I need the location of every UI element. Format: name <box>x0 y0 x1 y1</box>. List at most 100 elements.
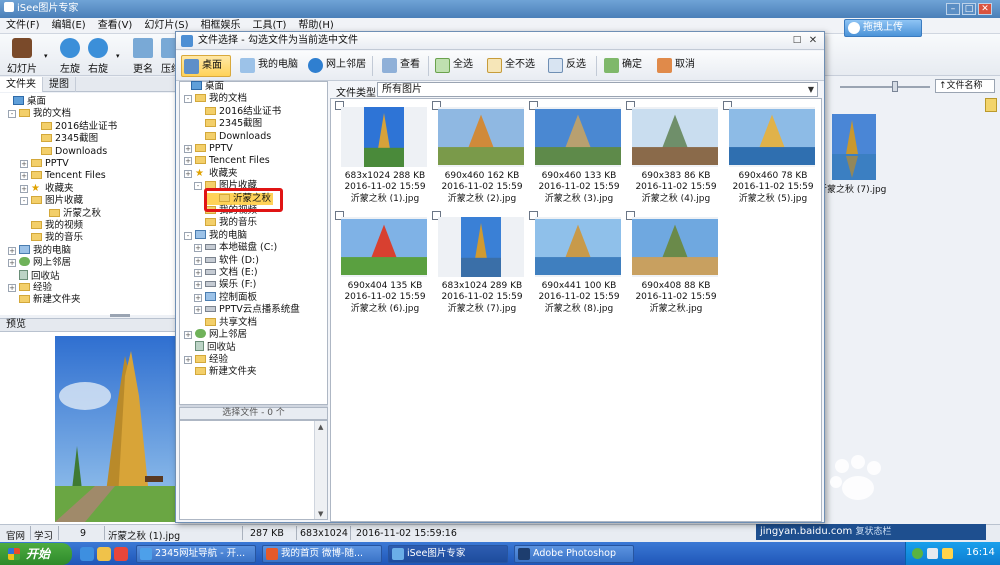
tree-node-dialog-7[interactable]: + ★ 收藏夹 <box>184 168 238 180</box>
status-website[interactable]: 官网 <box>6 528 25 542</box>
expand-icon[interactable]: + <box>194 244 202 253</box>
tree-node-dialog-14[interactable]: + 软件 (D:) <box>194 255 259 267</box>
slideshow-dropdown-icon[interactable]: ▾ <box>44 52 48 60</box>
tray-network-icon[interactable] <box>912 548 923 559</box>
tree-node-dialog-0[interactable]: 桌面 <box>180 81 224 93</box>
thumbnail-image[interactable] <box>632 219 718 275</box>
tree-node-dialog-22[interactable]: + 经验 <box>184 354 228 366</box>
tree-node-dialog-15[interactable]: + 文档 (E:) <box>194 267 258 279</box>
tree-node-main-12[interactable]: + 我的电脑 <box>8 244 71 257</box>
expand-icon[interactable]: + <box>194 306 202 315</box>
tree-node-main-8[interactable]: - 图片收藏 <box>20 195 83 207</box>
tree-node-dialog-3[interactable]: 2345截图 <box>194 118 262 130</box>
thumbnail-image[interactable] <box>535 109 621 165</box>
tray-security-icon[interactable] <box>942 548 953 559</box>
collapse-icon[interactable]: - <box>184 95 192 104</box>
tree-node-main-14[interactable]: 回收站 <box>8 269 60 283</box>
dialog-cancel-button[interactable]: 取消 <box>655 55 699 77</box>
expand-icon[interactable]: + <box>8 246 16 255</box>
media-quicklaunch-icon[interactable] <box>114 547 128 561</box>
zoom-slider-thumb[interactable] <box>892 81 898 92</box>
chevron-down-icon[interactable]: ▼ <box>805 83 817 96</box>
taskbar-item-weibo[interactable]: 我的首页 微博-随... <box>262 545 382 563</box>
slideshow-button[interactable]: 幻灯片 <box>6 38 38 75</box>
expand-icon[interactable]: + <box>194 281 202 290</box>
tree-node-main-9[interactable]: 沂蒙之秋 <box>38 208 101 220</box>
status-learn[interactable]: 学习 <box>34 528 53 542</box>
collapse-icon[interactable]: - <box>20 197 28 206</box>
ie-icon[interactable] <box>80 547 94 561</box>
folder-quicklaunch-icon[interactable] <box>97 547 111 561</box>
expand-icon[interactable]: + <box>194 256 202 265</box>
sort-select[interactable]: ↑文件名称 <box>935 79 995 93</box>
expand-icon[interactable]: + <box>8 284 16 292</box>
tree-node-main-6[interactable]: + Tencent Files <box>20 170 106 182</box>
tree-node-main-5[interactable]: + PPTV <box>20 158 69 170</box>
rotate-right-button[interactable]: 右旋 <box>82 38 114 75</box>
collapse-icon[interactable]: - <box>184 231 192 240</box>
file-type-select[interactable]: 所有图片 <box>377 82 818 97</box>
tree-node-main-11[interactable]: 我的音乐 <box>20 232 83 244</box>
expand-icon[interactable]: + <box>184 331 192 339</box>
thumbnail-image[interactable] <box>438 109 524 165</box>
tree-node-main-13[interactable]: + 网上邻居 <box>8 257 71 269</box>
thumbnail-image[interactable] <box>632 109 718 165</box>
tree-node-main-0[interactable]: 桌面 <box>2 96 46 108</box>
tree-node-dialog-17[interactable]: + 控制面板 <box>194 291 257 304</box>
menu-view[interactable]: 查看(V) <box>92 18 139 34</box>
tree-node-dialog-2[interactable]: 2016结业证书 <box>194 106 281 118</box>
background-thumbnail[interactable] <box>832 114 876 180</box>
thumbnail-item[interactable]: 690x460 133 KB 2016-11-02 15:59 沂蒙之秋 (3).j… <box>529 101 621 205</box>
tree-node-dialog-1[interactable]: - 我的文档 <box>184 93 247 105</box>
expand-icon[interactable]: + <box>184 145 192 153</box>
tree-node-main-4[interactable]: Downloads <box>30 146 107 158</box>
dialog-invert-button[interactable]: 反选 <box>546 55 590 77</box>
thumbnail-item[interactable]: 690x441 100 KB 2016-11-02 15:59 沂蒙之秋 (8).j… <box>529 211 621 315</box>
selected-files-scrollbar[interactable] <box>314 421 327 519</box>
menu-edit[interactable]: 编辑(E) <box>46 18 92 34</box>
thumbnail-image[interactable] <box>341 219 427 275</box>
thumbnail-item[interactable]: 690x383 86 KB 2016-11-02 15:59 沂蒙之秋 (4).jp… <box>626 101 718 205</box>
thumbnail-image[interactable] <box>535 219 621 275</box>
scroll-down-icon[interactable]: ▼ <box>318 510 323 518</box>
expand-icon[interactable]: + <box>20 184 28 193</box>
expand-icon[interactable]: + <box>20 160 28 168</box>
thumbnail-image[interactable] <box>364 107 404 167</box>
tree-node-main-16[interactable]: 新建文件夹 <box>8 294 81 306</box>
thumbnail-item[interactable]: 683x1024 289 KB 2016-11-02 15:59 沂蒙之秋 (7).… <box>432 211 524 315</box>
taskbar-item-photoshop[interactable]: Adobe Photoshop <box>514 545 634 563</box>
dialog-computer-button[interactable]: 我的电脑 <box>238 55 298 77</box>
thumbnail-item[interactable]: 690x404 135 KB 2016-11-02 15:59 沂蒙之秋 (6).j… <box>335 211 427 315</box>
expand-icon[interactable]: + <box>184 157 192 166</box>
tree-node-dialog-18[interactable]: + PPTV云点播系统盘 <box>194 304 300 316</box>
tree-node-main-7[interactable]: + ★ 收藏夹 <box>20 183 74 195</box>
tree-node-main-3[interactable]: 2345截图 <box>30 133 98 145</box>
rotate-dropdown-icon[interactable]: ▾ <box>116 52 120 60</box>
dialog-desktop-button[interactable]: 桌面 <box>181 55 231 77</box>
tree-node-main-10[interactable]: 我的视频 <box>20 220 83 232</box>
tab-folders[interactable]: 文件夹 <box>0 77 43 92</box>
tree-node-dialog-23[interactable]: 新建文件夹 <box>184 366 257 378</box>
tray-input-icon[interactable] <box>927 548 938 559</box>
expand-icon[interactable]: + <box>194 269 202 277</box>
menu-file[interactable]: 文件(F) <box>0 18 46 34</box>
taskbar-item-isee[interactable]: iSee图片专家 <box>388 545 508 563</box>
expand-icon[interactable]: + <box>8 259 16 268</box>
tree-node-dialog-12[interactable]: - 我的电脑 <box>184 229 247 242</box>
expand-icon[interactable]: + <box>184 169 192 178</box>
thumbnail-image[interactable] <box>729 109 815 165</box>
close-button[interactable]: ✕ <box>978 3 992 15</box>
maximize-button[interactable]: □ <box>962 3 976 15</box>
tree-node-dialog-21[interactable]: 回收站 <box>184 341 236 354</box>
dialog-ok-button[interactable]: 确定 <box>602 55 646 77</box>
address-dropdown-button[interactable] <box>985 98 997 112</box>
tree-node-dialog-20[interactable]: + 网上邻居 <box>184 329 247 341</box>
tree-node-dialog-11[interactable]: 我的音乐 <box>194 217 257 229</box>
dialog-close-button[interactable]: ✕ <box>806 35 820 47</box>
expand-icon[interactable]: + <box>194 293 202 302</box>
scroll-up-icon[interactable]: ▲ <box>318 423 323 431</box>
thumbnail-image[interactable] <box>461 217 501 277</box>
splitter-handle[interactable] <box>110 314 130 317</box>
tree-node-dialog-5[interactable]: + PPTV <box>184 143 233 155</box>
taskbar-item-browser[interactable]: 2345网址导航 - 开... <box>136 545 256 563</box>
